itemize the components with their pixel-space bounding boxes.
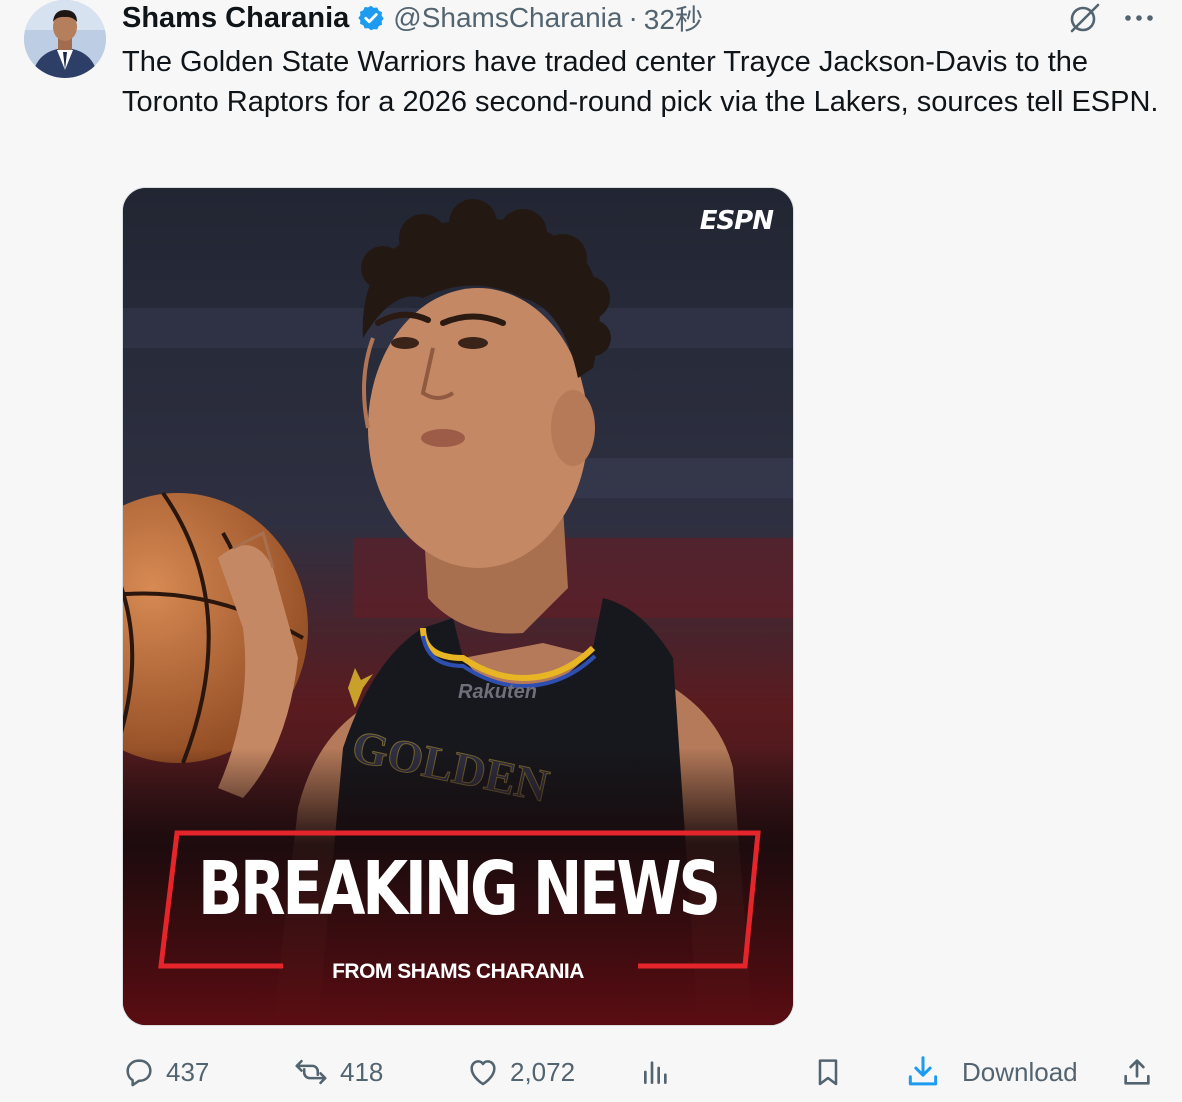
reply-count: 437: [166, 1056, 210, 1087]
breaking-news-headline: BREAKING NEWS: [198, 846, 721, 932]
repost-icon: [292, 1055, 330, 1089]
bookmark-icon: [812, 1054, 844, 1090]
tweet-text: The Golden State Warriors have traded ce…: [122, 46, 1159, 118]
download-label: Download: [962, 1056, 1078, 1087]
reply-button[interactable]: 437: [122, 1050, 209, 1094]
jersey-sponsor-text: Rakuten: [458, 681, 537, 703]
like-icon: [466, 1055, 500, 1089]
avatar[interactable]: [24, 0, 106, 78]
like-count: 2,072: [510, 1056, 576, 1087]
download-icon: [904, 1053, 942, 1091]
more-icon[interactable]: [1120, 0, 1158, 36]
handle[interactable]: @ShamsCharania: [393, 2, 622, 34]
repost-count: 418: [340, 1056, 384, 1087]
separator-dot: ·: [628, 2, 638, 33]
views-icon: [640, 1055, 672, 1089]
views-button[interactable]: [640, 1050, 672, 1094]
breaking-news-subline: FROM SHAMS CHARANIA: [332, 960, 584, 983]
share-button[interactable]: [1120, 1050, 1154, 1094]
repost-button[interactable]: 418: [292, 1050, 383, 1094]
tweet-header: Shams Charania @ShamsCharania · 32秒: [122, 0, 703, 36]
bookmark-button[interactable]: [812, 1050, 844, 1094]
tweet: Shams Charania @ShamsCharania · 32秒 The …: [0, 0, 1182, 1102]
espn-logo: ESPN: [699, 206, 774, 236]
avatar-image: [24, 0, 106, 78]
tweet-image[interactable]: Rakuten GOLDEN: [122, 187, 794, 1026]
reply-icon: [122, 1055, 156, 1089]
timestamp[interactable]: 32秒: [644, 0, 703, 38]
download-button[interactable]: Download: [904, 1050, 1078, 1094]
verified-badge-icon[interactable]: [357, 4, 385, 32]
like-button[interactable]: 2,072: [466, 1050, 575, 1094]
share-icon: [1120, 1054, 1154, 1090]
display-name[interactable]: Shams Charania: [122, 2, 349, 35]
grok-icon[interactable]: [1066, 0, 1104, 36]
